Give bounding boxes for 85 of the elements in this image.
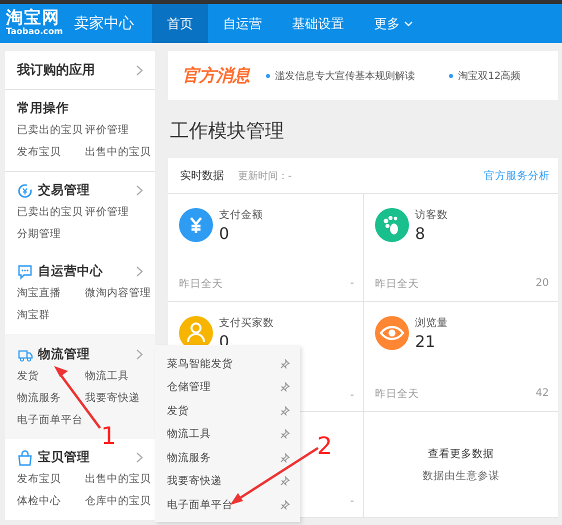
menu-link[interactable]: 物流服务 xyxy=(17,391,85,405)
menu-link[interactable]: 发布宝贝 xyxy=(17,145,85,159)
logo-text[interactable]: 淘宝网 xyxy=(6,10,66,28)
update-time: 更新时间：- xyxy=(238,170,293,182)
menu-link[interactable]: 淘宝群 xyxy=(17,308,85,322)
compare-value: 42 xyxy=(536,387,549,401)
menu-link[interactable]: 淘宝直播 xyxy=(17,286,85,300)
bag-icon xyxy=(17,450,33,466)
chevron-icon xyxy=(136,64,143,76)
menu-heading[interactable]: 我订购的应用 xyxy=(17,61,131,79)
metric-value: 21 xyxy=(415,332,436,351)
submenu-item[interactable]: 电子面单平台 xyxy=(167,498,233,512)
menu-link[interactable]: 分期管理 xyxy=(17,227,85,241)
nav-tab[interactable]: 基础设置 xyxy=(277,4,359,43)
chevron-icon xyxy=(136,185,143,196)
menu-heading[interactable]: 宝贝管理 xyxy=(38,449,131,466)
yen-icon xyxy=(179,208,213,242)
menu-link[interactable]: 发布宝贝 xyxy=(17,472,85,486)
pin-icon xyxy=(280,476,290,486)
compare-value: - xyxy=(350,389,354,401)
submenu-item[interactable]: 仓储管理 xyxy=(167,380,211,394)
menu-heading[interactable]: 交易管理 xyxy=(38,182,131,199)
nav-tab[interactable]: 自运营 xyxy=(208,4,277,43)
nav-tab[interactable]: 首页 xyxy=(152,4,208,43)
menu-link[interactable]: 评价管理 xyxy=(85,123,155,137)
submenu-item[interactable]: 菜鸟智能发货 xyxy=(167,356,233,371)
compare-label: 昨日全天 xyxy=(179,277,223,291)
site-title: 卖家中心 xyxy=(74,14,134,33)
menu-link[interactable]: 体检中心 xyxy=(17,494,85,508)
submenu-item[interactable]: 物流工具 xyxy=(167,427,211,442)
data-source-note: 数据由生意参谋 xyxy=(422,468,500,482)
more-data-link[interactable]: 查看更多数据 xyxy=(428,446,494,460)
chevron-icon xyxy=(136,266,143,277)
menu-link[interactable]: 已卖出的宝贝 xyxy=(17,123,85,137)
compare-value: 20 xyxy=(536,277,549,291)
pin-icon xyxy=(280,452,290,463)
compare-label: 昨日全天 xyxy=(375,277,419,291)
bullet-icon xyxy=(449,74,453,78)
menu-link[interactable]: 电子面单平台 xyxy=(17,413,85,427)
submenu-item[interactable]: 发货 xyxy=(167,404,189,418)
notice-link[interactable]: 淘宝双12高频 xyxy=(458,68,521,82)
menu-heading[interactable]: 自运营中心 xyxy=(38,263,131,280)
menu-heading[interactable]: 物流管理 xyxy=(38,346,131,363)
notice-link[interactable]: 滥发信息专大宣传基本规则解读 xyxy=(275,68,415,82)
pin-icon xyxy=(280,429,290,440)
annotation-number: 2 xyxy=(317,434,332,458)
menu-heading[interactable]: 常用操作 xyxy=(17,100,143,117)
submenu-item[interactable]: 物流服务 xyxy=(167,450,211,465)
coin-icon xyxy=(17,182,33,198)
menu-link[interactable]: 评价管理 xyxy=(85,205,155,219)
menu-link[interactable]: 仓库中的宝贝 xyxy=(85,494,155,508)
eye-icon xyxy=(375,316,409,350)
menu-link[interactable]: 微淘内容管理 xyxy=(85,286,155,300)
chat-icon xyxy=(17,264,33,280)
annotation-number: 1 xyxy=(101,424,116,448)
pin-icon xyxy=(280,382,290,392)
submenu-item[interactable]: 我要寄快递 xyxy=(167,474,222,488)
menu-link[interactable]: 发货 xyxy=(17,369,85,383)
metric-label: 访客数 xyxy=(415,208,448,222)
chevron-icon xyxy=(136,452,143,463)
logo-subtext[interactable]: Taobao.com xyxy=(6,28,66,37)
pin-icon xyxy=(280,500,290,510)
compare-value: - xyxy=(350,277,354,291)
metric-label: 浏览量 xyxy=(415,316,448,330)
caret-icon xyxy=(404,20,413,26)
paw-icon xyxy=(375,208,409,242)
pin-icon xyxy=(280,358,290,369)
menu-link[interactable]: 出售中的宝贝 xyxy=(85,472,155,486)
menu-link[interactable]: 我要寄快递 xyxy=(85,391,155,405)
nav-tab[interactable]: 更多 xyxy=(359,4,428,43)
metric-label: 支付买家数 xyxy=(219,316,274,330)
compare-label: 昨日全天 xyxy=(375,387,419,401)
bullet-icon xyxy=(266,74,270,78)
panel-title: 实时数据 xyxy=(180,168,224,183)
metric-value: 0 xyxy=(219,224,230,243)
page-title: 工作模块管理 xyxy=(170,119,285,144)
notice-title: 官方消息 xyxy=(182,65,250,87)
compare-value: - xyxy=(350,495,354,507)
chevron-icon xyxy=(136,349,143,360)
menu-link[interactable]: 物流工具 xyxy=(85,369,155,383)
metric-label: 支付金额 xyxy=(219,208,263,222)
pin-icon xyxy=(280,406,290,416)
menu-link[interactable]: 出售中的宝贝 xyxy=(85,145,155,159)
metric-value: 8 xyxy=(415,224,426,243)
menu-link[interactable]: 已卖出的宝贝 xyxy=(17,205,85,219)
